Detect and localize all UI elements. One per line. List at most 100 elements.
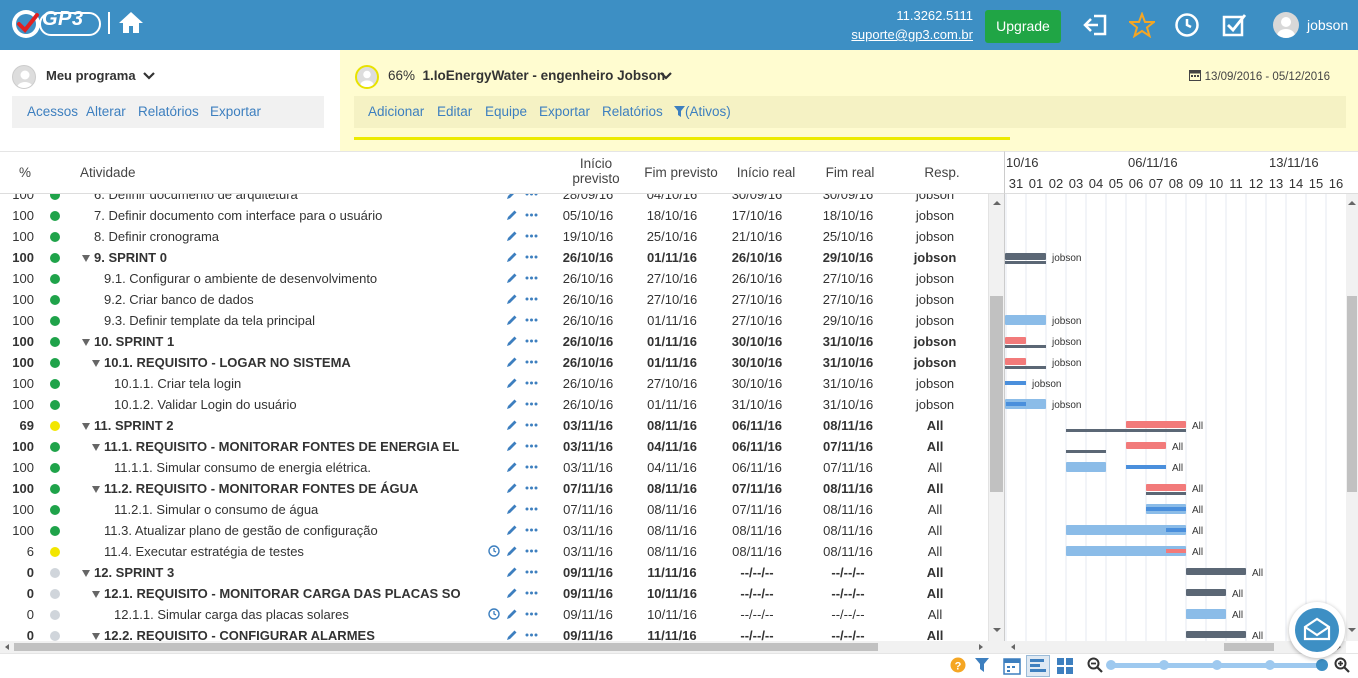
more-icon[interactable] <box>525 230 538 242</box>
more-icon[interactable] <box>525 314 538 326</box>
collapse-toggle-icon[interactable] <box>92 591 100 598</box>
grid-view-icon[interactable] <box>1056 657 1074 675</box>
row-activity-name[interactable]: 10.1.2. Validar Login do usuário <box>114 397 297 412</box>
row-activity-name[interactable]: 9.3. Definir template da tela principal <box>104 313 315 328</box>
edit-icon[interactable] <box>506 587 518 599</box>
collapse-toggle-icon[interactable] <box>92 633 100 640</box>
collapse-toggle-icon[interactable] <box>82 255 90 262</box>
edit-icon[interactable] <box>506 566 518 578</box>
upgrade-button[interactable]: Upgrade <box>985 10 1061 43</box>
menu-acessos[interactable]: Acessos <box>27 104 78 119</box>
table-row[interactable]: 100 10. SPRINT 1 26/10/16 01/11/16 30/10/16 3… <box>0 331 988 352</box>
collapse-toggle-icon[interactable] <box>82 339 90 346</box>
filter-active[interactable]: (Ativos) <box>674 104 731 119</box>
table-row[interactable]: 100 7. Definir documento com interface pa… <box>0 205 988 226</box>
col-end-plan[interactable]: Fim previsto <box>636 165 726 180</box>
more-icon[interactable] <box>525 209 538 221</box>
row-activity-name[interactable]: 12.2. REQUISITO - CONFIGURAR ALARMES <box>104 628 375 641</box>
chevron-down-icon[interactable] <box>660 72 672 80</box>
more-icon[interactable] <box>525 377 538 389</box>
more-icon[interactable] <box>525 251 538 263</box>
more-icon[interactable] <box>525 272 538 284</box>
help-icon[interactable]: ? <box>950 657 966 673</box>
table-row[interactable]: 100 10.1. REQUISITO - LOGAR NO SISTEMA 26/… <box>0 352 988 373</box>
edit-icon[interactable] <box>506 524 518 536</box>
edit-icon[interactable] <box>506 482 518 494</box>
grid-vertical-scroll-thumb[interactable] <box>990 296 1003 492</box>
menu-exportar[interactable]: Exportar <box>539 104 590 119</box>
table-row[interactable]: 100 9.1. Configurar o ambiente de desenvo… <box>0 268 988 289</box>
more-icon[interactable] <box>525 482 538 494</box>
table-row[interactable]: 0 12.2. REQUISITO - CONFIGURAR ALARMES 09/… <box>0 625 988 641</box>
more-icon[interactable] <box>525 587 538 599</box>
col-start-plan[interactable]: Início previsto <box>556 156 636 186</box>
scroll-down-icon[interactable] <box>1346 625 1358 635</box>
zoom-tick[interactable] <box>1159 660 1169 670</box>
grid-vertical-scrollbar[interactable] <box>988 194 1004 641</box>
row-activity-name[interactable]: 12.1. REQUISITO - MONITORAR CARGA DAS PL… <box>104 586 461 601</box>
table-row[interactable]: 0 12. SPRINT 3 09/11/16 11/11/16 --/--/-- --/… <box>0 562 988 583</box>
row-activity-name[interactable]: 11.1.1. Simular consumo de energia elétr… <box>114 460 371 475</box>
more-icon[interactable] <box>525 629 538 641</box>
menu-equipe[interactable]: Equipe <box>485 104 527 119</box>
table-row[interactable]: 100 9.3. Definir template da tela princip… <box>0 310 988 331</box>
edit-icon[interactable] <box>506 608 518 620</box>
row-activity-name[interactable]: 10.1.1. Criar tela login <box>114 376 241 391</box>
more-icon[interactable] <box>525 194 538 200</box>
table-row[interactable]: 100 9.2. Criar banco de dados 26/10/16 27/1… <box>0 289 988 310</box>
table-row[interactable]: 100 11.2.1. Simular o consumo de água 07/1… <box>0 499 988 520</box>
row-activity-name[interactable]: 11.2. REQUISITO - MONITORAR FONTES DE ÁG… <box>104 481 418 496</box>
menu-editar[interactable]: Editar <box>437 104 472 119</box>
table-row[interactable]: 100 11.2. REQUISITO - MONITORAR FONTES DE… <box>0 478 988 499</box>
edit-icon[interactable] <box>506 419 518 431</box>
collapse-toggle-icon[interactable] <box>82 570 90 577</box>
edit-icon[interactable] <box>506 377 518 389</box>
row-activity-name[interactable]: 12. SPRINT 3 <box>94 565 174 580</box>
gantt-view-button[interactable] <box>1026 655 1050 677</box>
edit-icon[interactable] <box>506 356 518 368</box>
user-avatar[interactable] <box>1273 12 1299 38</box>
messages-fab[interactable] <box>1289 602 1345 658</box>
calendar-view-icon[interactable] <box>1003 657 1021 675</box>
table-row[interactable]: 6 11.4. Executar estratégia de testes 03/1… <box>0 541 988 562</box>
support-email-link[interactable]: suporte@gp3.com.br <box>851 27 973 42</box>
table-row[interactable]: 100 10.1.2. Validar Login do usuário 26/10… <box>0 394 988 415</box>
logout-icon[interactable] <box>1083 12 1109 38</box>
more-icon[interactable] <box>525 356 538 368</box>
table-row[interactable]: 100 8. Definir cronograma 19/10/16 25/10/16… <box>0 226 988 247</box>
more-icon[interactable] <box>525 545 538 557</box>
edit-icon[interactable] <box>506 629 518 641</box>
col-end-real[interactable]: Fim real <box>810 165 890 180</box>
table-row[interactable]: 100 9. SPRINT 0 26/10/16 01/11/16 26/10/16 29… <box>0 247 988 268</box>
program-title[interactable]: Meu programa <box>46 68 136 83</box>
chevron-down-icon[interactable] <box>143 72 155 80</box>
row-activity-name[interactable]: 11.2.1. Simular o consumo de água <box>114 502 318 517</box>
edit-icon[interactable] <box>506 194 518 200</box>
scroll-up-icon[interactable] <box>990 198 1004 208</box>
scroll-left-icon[interactable] <box>2 641 12 653</box>
zoom-tick[interactable] <box>1212 660 1222 670</box>
row-activity-name[interactable]: 9.2. Criar banco de dados <box>104 292 254 307</box>
zoom-tick[interactable] <box>1265 660 1275 670</box>
more-icon[interactable] <box>525 440 538 452</box>
edit-icon[interactable] <box>506 545 518 557</box>
scroll-up-icon[interactable] <box>1346 198 1358 208</box>
row-activity-name[interactable]: 11. SPRINT 2 <box>94 418 173 433</box>
more-icon[interactable] <box>525 524 538 536</box>
collapse-toggle-icon[interactable] <box>92 486 100 493</box>
edit-icon[interactable] <box>506 440 518 452</box>
menu-relatorios[interactable]: Relatórios <box>602 104 663 119</box>
zoom-in-icon[interactable] <box>1334 657 1350 673</box>
zoom-slider-handle[interactable] <box>1316 659 1328 671</box>
table-row[interactable]: 100 11.1. REQUISITO - MONITORAR FONTES DE… <box>0 436 988 457</box>
clock-icon[interactable] <box>488 608 500 620</box>
edit-icon[interactable] <box>506 503 518 515</box>
scroll-down-icon[interactable] <box>990 625 1004 635</box>
more-icon[interactable] <box>525 503 538 515</box>
menu-exportar[interactable]: Exportar <box>210 104 261 119</box>
project-title-wrap[interactable]: 66% 1.IoEnergyWater - engenheiro Jobson <box>388 68 665 83</box>
zoom-out-icon[interactable] <box>1087 657 1103 673</box>
edit-icon[interactable] <box>506 335 518 347</box>
edit-icon[interactable] <box>506 272 518 284</box>
scroll-left-icon[interactable] <box>1008 641 1018 653</box>
